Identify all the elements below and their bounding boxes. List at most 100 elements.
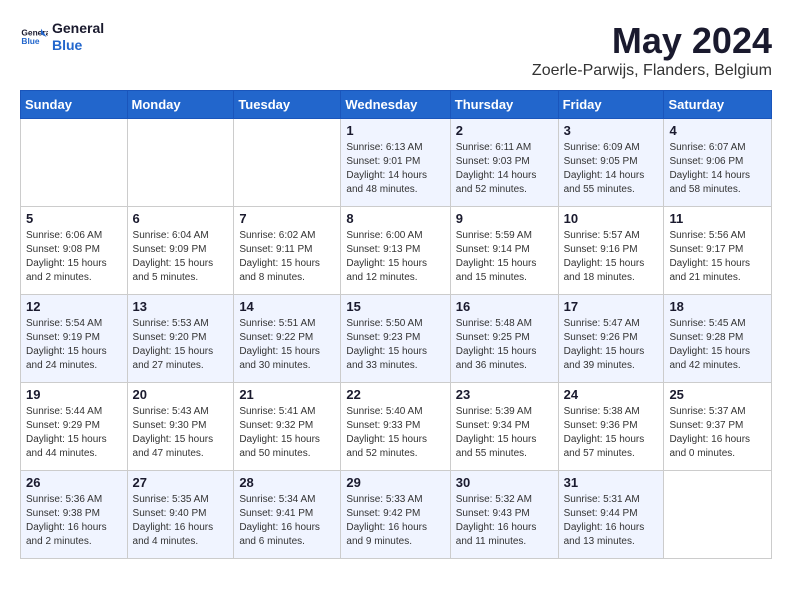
day-number: 3 (564, 123, 659, 138)
calendar-cell (21, 119, 128, 207)
day-number: 6 (133, 211, 229, 226)
calendar-cell: 29Sunrise: 5:33 AMSunset: 9:42 PMDayligh… (341, 471, 450, 559)
calendar-cell: 17 Sunrise: 5:47 AMSunset: 9:26 PMDayligh… (558, 295, 664, 383)
day-info: Sunrise: 6:13 AMSunset: 9:01 PMDaylight:… (346, 141, 444, 197)
day-number: 11 (669, 211, 766, 226)
calendar-cell: 12 Sunrise: 5:54 AMSunset: 9:19 PMDayligh… (21, 295, 128, 383)
logo-line2: Blue (52, 37, 104, 54)
calendar-cell: 15Sunrise: 5:50 AMSunset: 9:23 PMDayligh… (341, 295, 450, 383)
day-info: Sunrise: 6:04 AMSunset: 9:09 PMDaylight:… (133, 229, 229, 285)
day-number: 21 (239, 387, 335, 402)
logo: General Blue General Blue (20, 20, 104, 54)
day-info: Sunrise: 5:43 AMSunset: 9:30 PMDaylight:… (133, 405, 229, 461)
day-number: 19 (26, 387, 122, 402)
header-friday: Friday (558, 91, 664, 119)
calendar-header-row: SundayMondayTuesdayWednesdayThursdayFrid… (21, 91, 772, 119)
day-info: Sunrise: 6:11 AMSunset: 9:03 PMDaylight:… (456, 141, 553, 197)
calendar-cell: 19Sunrise: 5:44 AMSunset: 9:29 PMDayligh… (21, 383, 128, 471)
day-info: Sunrise: 5:45 AMSunset: 9:28 PMDaylight:… (669, 317, 766, 373)
day-number: 9 (456, 211, 553, 226)
day-info: Sunrise: 5:34 AMSunset: 9:41 PMDaylight:… (239, 493, 335, 549)
day-number: 25 (669, 387, 766, 402)
calendar-cell: 16Sunrise: 5:48 AMSunset: 9:25 PMDayligh… (450, 295, 558, 383)
calendar-cell: 4 Sunrise: 6:07 AMSunset: 9:06 PMDaylight… (664, 119, 772, 207)
day-number: 13 (133, 299, 229, 314)
calendar-cell: 26 Sunrise: 5:36 AMSunset: 9:38 PMDayligh… (21, 471, 128, 559)
day-number: 14 (239, 299, 335, 314)
day-info: Sunrise: 5:57 AMSunset: 9:16 PMDaylight:… (564, 229, 659, 285)
day-number: 30 (456, 475, 553, 490)
calendar-cell: 20 Sunrise: 5:43 AMSunset: 9:30 PMDayligh… (127, 383, 234, 471)
header: General Blue General Blue May 2024 Zoerl… (20, 20, 772, 80)
title-area: May 2024 Zoerle-Parwijs, Flanders, Belgi… (532, 20, 772, 80)
calendar-cell (234, 119, 341, 207)
day-number: 7 (239, 211, 335, 226)
logo-icon: General Blue (20, 23, 48, 51)
day-number: 10 (564, 211, 659, 226)
day-number: 22 (346, 387, 444, 402)
calendar-cell: 3 Sunrise: 6:09 AMSunset: 9:05 PMDaylight… (558, 119, 664, 207)
calendar-cell: 10 Sunrise: 5:57 AMSunset: 9:16 PMDayligh… (558, 207, 664, 295)
day-info: Sunrise: 6:00 AMSunset: 9:13 PMDaylight:… (346, 229, 444, 285)
week-row-4: 19Sunrise: 5:44 AMSunset: 9:29 PMDayligh… (21, 383, 772, 471)
week-row-5: 26 Sunrise: 5:36 AMSunset: 9:38 PMDayligh… (21, 471, 772, 559)
day-info: Sunrise: 5:41 AMSunset: 9:32 PMDaylight:… (239, 405, 335, 461)
day-number: 8 (346, 211, 444, 226)
day-info: Sunrise: 5:32 AMSunset: 9:43 PMDaylight:… (456, 493, 553, 549)
day-number: 12 (26, 299, 122, 314)
day-info: Sunrise: 6:07 AMSunset: 9:06 PMDaylight:… (669, 141, 766, 197)
day-number: 4 (669, 123, 766, 138)
day-number: 1 (346, 123, 444, 138)
day-info: Sunrise: 5:33 AMSunset: 9:42 PMDaylight:… (346, 493, 444, 549)
day-number: 2 (456, 123, 553, 138)
svg-text:Blue: Blue (21, 36, 39, 46)
calendar-cell: 21 Sunrise: 5:41 AMSunset: 9:32 PMDayligh… (234, 383, 341, 471)
day-info: Sunrise: 6:06 AMSunset: 9:08 PMDaylight:… (26, 229, 122, 285)
calendar-cell (664, 471, 772, 559)
calendar-cell: 7 Sunrise: 6:02 AMSunset: 9:11 PMDaylight… (234, 207, 341, 295)
week-row-3: 12 Sunrise: 5:54 AMSunset: 9:19 PMDayligh… (21, 295, 772, 383)
day-number: 18 (669, 299, 766, 314)
calendar-cell: 24 Sunrise: 5:38 AMSunset: 9:36 PMDayligh… (558, 383, 664, 471)
calendar-cell: 11 Sunrise: 5:56 AMSunset: 9:17 PMDayligh… (664, 207, 772, 295)
calendar-cell: 25Sunrise: 5:37 AMSunset: 9:37 PMDayligh… (664, 383, 772, 471)
day-info: Sunrise: 5:39 AMSunset: 9:34 PMDaylight:… (456, 405, 553, 461)
day-info: Sunrise: 5:51 AMSunset: 9:22 PMDaylight:… (239, 317, 335, 373)
day-info: Sunrise: 5:47 AMSunset: 9:26 PMDaylight:… (564, 317, 659, 373)
calendar-cell: 27Sunrise: 5:35 AMSunset: 9:40 PMDayligh… (127, 471, 234, 559)
day-number: 15 (346, 299, 444, 314)
week-row-2: 5Sunrise: 6:06 AMSunset: 9:08 PMDaylight… (21, 207, 772, 295)
day-number: 27 (133, 475, 229, 490)
header-tuesday: Tuesday (234, 91, 341, 119)
day-info: Sunrise: 6:09 AMSunset: 9:05 PMDaylight:… (564, 141, 659, 197)
day-number: 17 (564, 299, 659, 314)
day-number: 20 (133, 387, 229, 402)
day-info: Sunrise: 5:36 AMSunset: 9:38 PMDaylight:… (26, 493, 122, 549)
calendar-cell: 8 Sunrise: 6:00 AMSunset: 9:13 PMDaylight… (341, 207, 450, 295)
logo-line1: General (52, 20, 104, 37)
day-info: Sunrise: 5:40 AMSunset: 9:33 PMDaylight:… (346, 405, 444, 461)
calendar-cell: 13 Sunrise: 5:53 AMSunset: 9:20 PMDayligh… (127, 295, 234, 383)
calendar-subtitle: Zoerle-Parwijs, Flanders, Belgium (532, 62, 772, 80)
header-monday: Monday (127, 91, 234, 119)
header-wednesday: Wednesday (341, 91, 450, 119)
day-number: 26 (26, 475, 122, 490)
day-info: Sunrise: 5:38 AMSunset: 9:36 PMDaylight:… (564, 405, 659, 461)
day-number: 24 (564, 387, 659, 402)
header-saturday: Saturday (664, 91, 772, 119)
day-info: Sunrise: 5:31 AMSunset: 9:44 PMDaylight:… (564, 493, 659, 549)
calendar-cell: 23 Sunrise: 5:39 AMSunset: 9:34 PMDayligh… (450, 383, 558, 471)
calendar-cell: 22 Sunrise: 5:40 AMSunset: 9:33 PMDayligh… (341, 383, 450, 471)
calendar-cell: 18 Sunrise: 5:45 AMSunset: 9:28 PMDayligh… (664, 295, 772, 383)
day-info: Sunrise: 5:59 AMSunset: 9:14 PMDaylight:… (456, 229, 553, 285)
calendar-cell: 30 Sunrise: 5:32 AMSunset: 9:43 PMDayligh… (450, 471, 558, 559)
day-number: 31 (564, 475, 659, 490)
day-info: Sunrise: 5:53 AMSunset: 9:20 PMDaylight:… (133, 317, 229, 373)
day-info: Sunrise: 6:02 AMSunset: 9:11 PMDaylight:… (239, 229, 335, 285)
day-info: Sunrise: 5:54 AMSunset: 9:19 PMDaylight:… (26, 317, 122, 373)
calendar-cell (127, 119, 234, 207)
day-number: 23 (456, 387, 553, 402)
calendar-cell: 6 Sunrise: 6:04 AMSunset: 9:09 PMDaylight… (127, 207, 234, 295)
day-info: Sunrise: 5:56 AMSunset: 9:17 PMDaylight:… (669, 229, 766, 285)
calendar-title: May 2024 (532, 20, 772, 62)
